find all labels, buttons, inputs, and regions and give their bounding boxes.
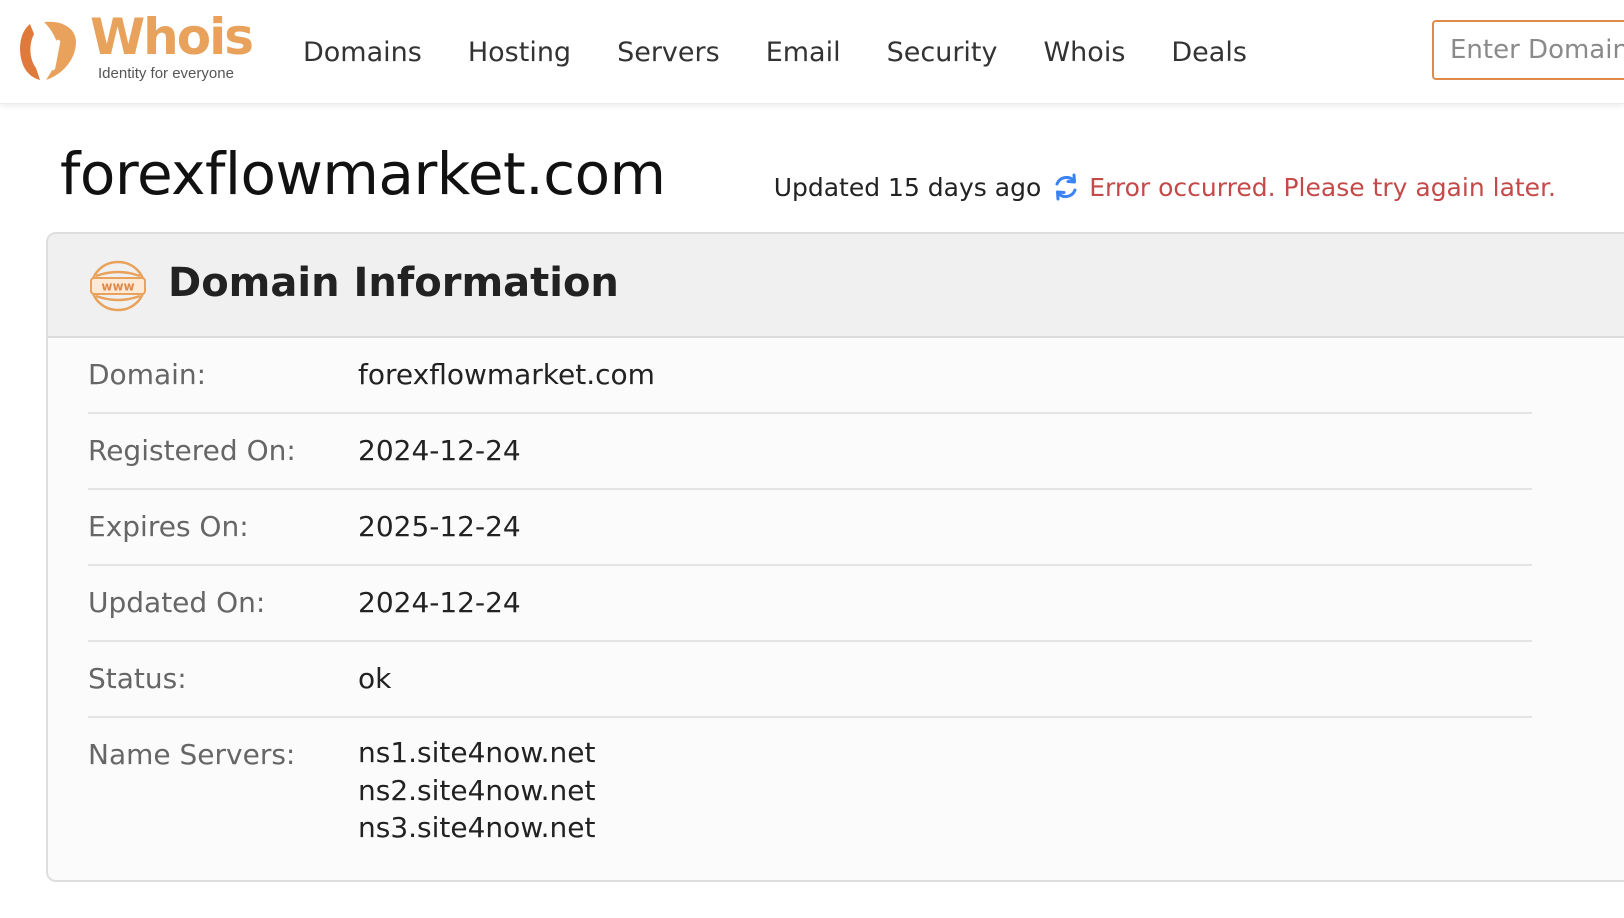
error-message: Error occurred. Please try again later.	[1089, 172, 1556, 202]
info-label: Updated On:	[88, 586, 266, 619]
updated-text: Updated 15 days ago	[773, 172, 1042, 202]
info-label: Registered On:	[88, 434, 296, 467]
info-row-status: Status: ok	[88, 642, 1532, 718]
main-nav: Domains Hosting Servers Email Security W…	[303, 30, 1293, 74]
info-row-name-servers: Name Servers: ns1.site4now.net ns2.site4…	[88, 718, 1532, 868]
info-label: Status:	[88, 662, 187, 695]
page-title: forexflowmarket.com	[60, 140, 666, 208]
info-value: forexflowmarket.com	[358, 358, 655, 391]
nav-deals[interactable]: Deals	[1171, 37, 1247, 68]
info-row-expires: Expires On: 2025-12-24	[88, 490, 1532, 566]
domain-info-card: www Domain Information Domain: forexflow…	[46, 232, 1624, 882]
nav-email[interactable]: Email	[766, 37, 841, 68]
info-label: Name Servers:	[88, 738, 296, 771]
logo-tagline: Identity for everyone	[98, 65, 234, 82]
info-label: Expires On:	[88, 510, 249, 543]
name-server: ns1.site4now.net	[358, 736, 596, 769]
info-value: 2024-12-24	[358, 434, 521, 467]
svg-text:www: www	[101, 280, 134, 294]
info-value: 2025-12-24	[358, 510, 521, 543]
info-value: 2024-12-24	[358, 586, 521, 619]
info-table: Domain: forexflowmarket.com Registered O…	[88, 338, 1532, 868]
site-header: Whois Identity for everyone Domains Host…	[0, 0, 1624, 104]
nav-whois[interactable]: Whois	[1043, 37, 1125, 68]
info-label: Domain:	[88, 358, 207, 391]
domain-search-input[interactable]	[1432, 20, 1624, 80]
nav-hosting[interactable]: Hosting	[468, 37, 571, 68]
card-header: www Domain Information	[48, 234, 1624, 338]
info-row-domain: Domain: forexflowmarket.com	[88, 338, 1532, 414]
info-row-updated: Updated On: 2024-12-24	[88, 566, 1532, 642]
info-value: ok	[358, 662, 392, 695]
logo-wordmark: Whois	[90, 8, 254, 66]
nav-domains[interactable]: Domains	[303, 37, 422, 68]
nav-servers[interactable]: Servers	[617, 37, 720, 68]
card-title: Domain Information	[168, 260, 619, 306]
whois-logo-icon	[20, 21, 76, 80]
site-logo[interactable]: Whois Identity for everyone	[16, 12, 256, 84]
refresh-icon[interactable]	[1051, 172, 1081, 202]
info-row-registered: Registered On: 2024-12-24	[88, 414, 1532, 490]
update-status: Updated 15 days ago Error occurred. Plea…	[774, 172, 1556, 202]
nav-security[interactable]: Security	[887, 37, 998, 68]
name-server: ns3.site4now.net	[358, 811, 596, 844]
www-icon: www	[90, 260, 146, 312]
name-server-list: ns1.site4now.net ns2.site4now.net ns3.si…	[358, 736, 596, 850]
